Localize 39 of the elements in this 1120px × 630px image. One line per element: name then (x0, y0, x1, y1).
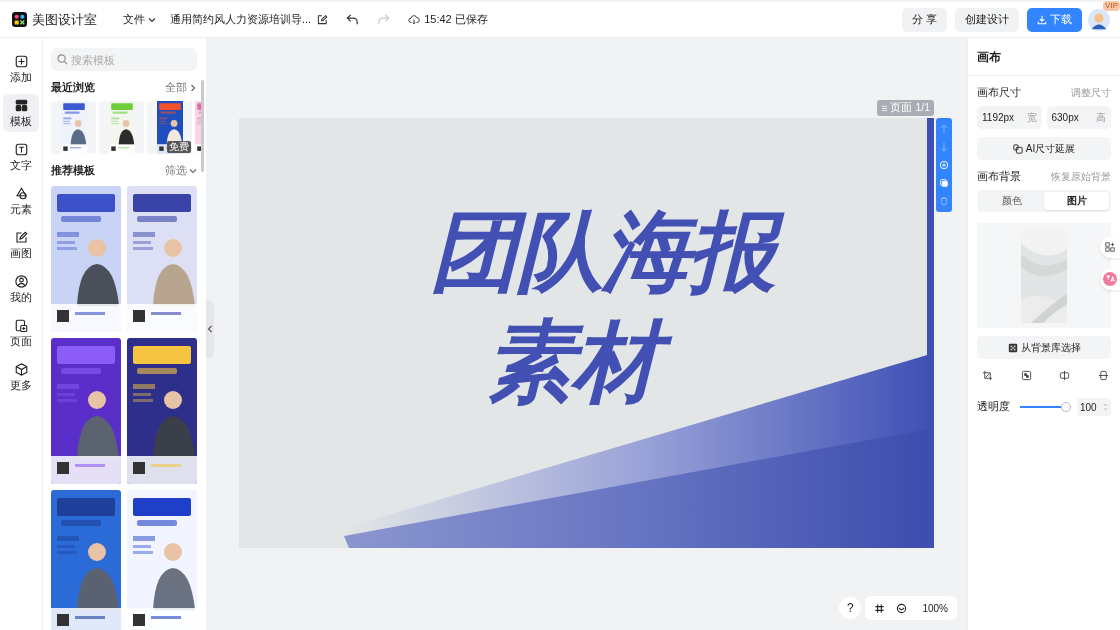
document-title[interactable]: 通用简约风人力资源培训导... (170, 12, 312, 27)
background-tab[interactable]: 颜色 (979, 192, 1044, 210)
opacity-input[interactable]: 100 (1077, 398, 1111, 416)
rail-tab[interactable]: 画图 (3, 226, 39, 264)
save-status: 15:42 已保存 (424, 12, 488, 27)
rail-tab[interactable]: 模板 (3, 94, 39, 132)
rail-tab[interactable]: 添加 (3, 50, 39, 88)
field-label: 画布背景 (977, 170, 1021, 184)
rail-tab[interactable]: 页面 (3, 314, 39, 352)
section-title: 推荐模板 (51, 164, 95, 178)
view-all-link[interactable]: 全部 (165, 81, 197, 95)
free-badge: 免费 (167, 141, 191, 153)
height-field[interactable]: 630px 高 (1046, 106, 1111, 129)
app-name: 美图设计室 (32, 10, 97, 29)
field-label: 透明度 (977, 400, 1010, 414)
field-label: 画布尺寸 (977, 86, 1021, 100)
rail-tab[interactable]: 更多 (3, 358, 39, 396)
zoom-level[interactable]: 100% (922, 602, 948, 614)
help-button[interactable]: ? (839, 597, 862, 619)
toolbar-button[interactable]: 创建设计 (955, 7, 1019, 32)
file-menu[interactable]: 文件 (123, 12, 156, 27)
rail-tab[interactable]: 元素 (3, 182, 39, 220)
filter-dropdown[interactable]: 筛选 (165, 164, 197, 178)
width-field[interactable]: 1192px 宽 (977, 106, 1042, 129)
download-button[interactable]: 下载 (1027, 7, 1082, 32)
background-tab[interactable]: 图片 (1044, 192, 1109, 210)
ai-resize-button[interactable]: AI尺寸延展 (977, 137, 1111, 160)
section-title: 最近浏览 (51, 81, 95, 95)
rail-tab[interactable]: 我的 (3, 270, 39, 308)
design-canvas[interactable]: 团队海报 素材 (239, 118, 934, 548)
rail-tab[interactable]: 文字 (3, 138, 39, 176)
toolbar-button[interactable]: 分 享 (901, 7, 947, 32)
panel-title: 画布 (968, 38, 1120, 76)
headline-text[interactable]: 团队海报 (407, 202, 796, 302)
headline-text[interactable]: 素材 (463, 312, 680, 412)
background-library-button[interactable]: 从背景库选择 (977, 336, 1111, 359)
template-thumbnail[interactable]: 免费 (147, 101, 192, 154)
vip-badge: VIP (1103, 0, 1120, 11)
search-field[interactable]: 搜索模板 (51, 48, 197, 71)
